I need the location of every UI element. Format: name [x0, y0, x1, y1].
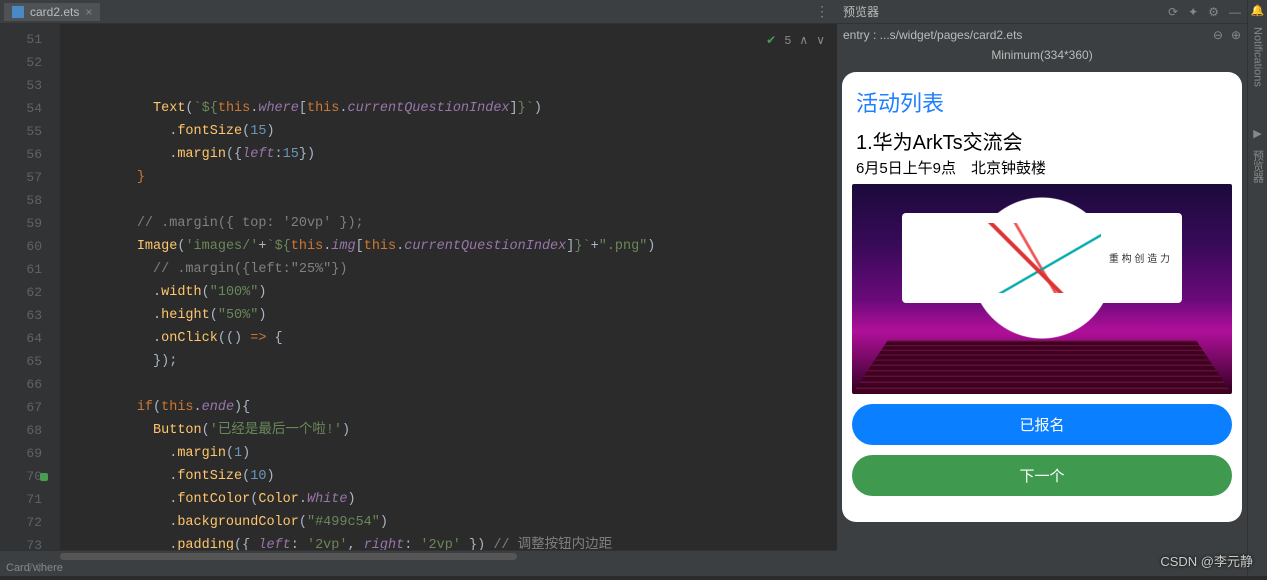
- triangle-icon[interactable]: ▶: [1253, 127, 1261, 140]
- chevron-up-icon[interactable]: ∧: [799, 30, 808, 53]
- tab-menu-icon[interactable]: ⋮: [807, 3, 837, 20]
- watermark: CSDN @李元静: [1160, 551, 1253, 570]
- breadcrumb[interactable]: Card where: [0, 562, 837, 576]
- dimension-label: Minimum(334*360): [837, 46, 1247, 68]
- close-icon[interactable]: ×: [85, 5, 92, 19]
- right-tool-strip: 🔔 Notifications ▶ 预览器: [1247, 0, 1267, 576]
- card-subtitle: 6月5日上午9点 北京钟鼓楼: [852, 157, 1232, 178]
- check-icon: ✔: [766, 30, 776, 53]
- editor-tabbar: card2.ets × ⋮: [0, 0, 837, 24]
- line-gutter: 5152535455565758596061626364656667686970…: [0, 24, 60, 550]
- zoom-in-icon[interactable]: ⊕: [1231, 28, 1241, 42]
- code-content[interactable]: ✔ 5 ∧ ∨ Text(`${this.where[this.currentQ…: [60, 24, 837, 550]
- previewer-header: 预览器 ⟳ ✦ ⚙ —: [837, 0, 1247, 24]
- file-tab-label: card2.ets: [30, 5, 79, 19]
- ets-file-icon: [12, 6, 24, 18]
- card-image[interactable]: 重 构 创 造 力: [852, 184, 1232, 394]
- image-caption: 重 构 创 造 力: [1109, 250, 1170, 265]
- notifications-tab[interactable]: Notifications: [1252, 27, 1264, 87]
- editor-area: 5152535455565758596061626364656667686970…: [0, 24, 837, 550]
- file-tab[interactable]: card2.ets ×: [4, 3, 100, 21]
- horizontal-scrollbar[interactable]: [0, 550, 837, 562]
- zoom-out-icon[interactable]: ⊖: [1213, 28, 1223, 42]
- previewer-tab[interactable]: 预览器: [1250, 150, 1266, 183]
- warning-count: 5: [784, 30, 791, 53]
- entry-path: entry : ...s/widget/pages/card2.ets: [843, 28, 1022, 42]
- previewer-title: 预览器: [843, 3, 879, 20]
- refresh-icon[interactable]: ⟳: [1168, 5, 1178, 19]
- inspection-widget[interactable]: ✔ 5 ∧ ∨: [766, 30, 825, 53]
- chevron-down-icon[interactable]: ∨: [816, 30, 825, 53]
- minimize-icon[interactable]: —: [1229, 5, 1241, 19]
- gear-icon[interactable]: ⚙: [1208, 5, 1219, 19]
- compass-icon[interactable]: ✦: [1188, 5, 1198, 19]
- signed-up-button[interactable]: 已报名: [852, 404, 1232, 445]
- card-list-title: 活动列表: [852, 86, 1232, 118]
- next-button[interactable]: 下一个: [852, 455, 1232, 496]
- device-preview: 活动列表 1.华为ArkTs交流会 6月5日上午9点 北京钟鼓楼 重 构 创 造…: [842, 72, 1242, 522]
- bell-icon[interactable]: 🔔: [1251, 4, 1265, 17]
- card-item-title: 1.华为ArkTs交流会: [852, 126, 1232, 155]
